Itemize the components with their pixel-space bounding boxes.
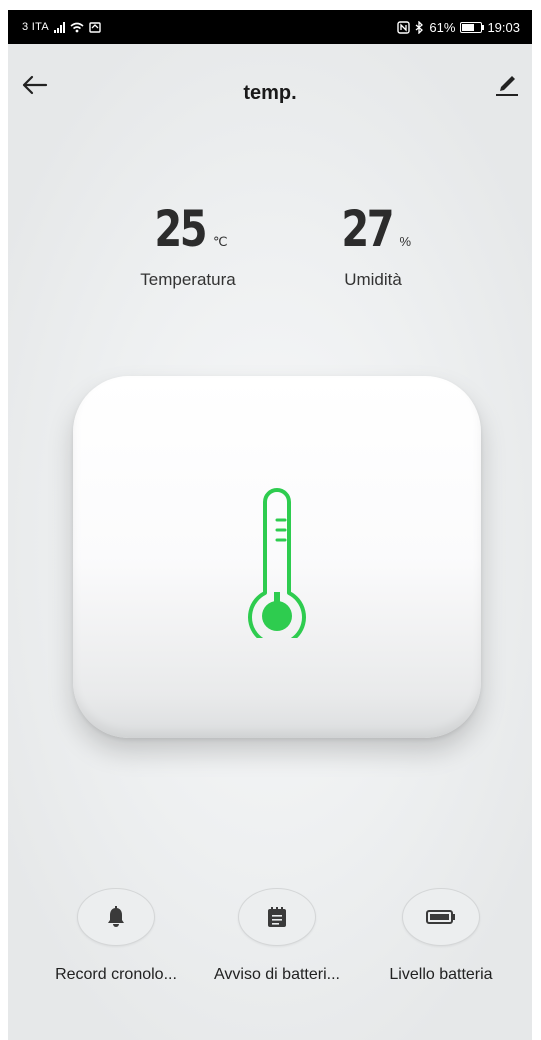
humidity-unit: % (399, 234, 412, 249)
thermometer-icon (248, 488, 306, 638)
battery-alert-label: Avviso di batteri... (214, 966, 340, 983)
device-card[interactable] (73, 376, 481, 738)
battery-alert-button[interactable]: Avviso di batteri... (192, 888, 362, 984)
carrier-name: 3 ITA (22, 21, 49, 33)
data-indicator-icon (89, 21, 101, 33)
humidity-label: Umidità (344, 270, 402, 289)
nfc-icon (397, 20, 411, 34)
page-title: temp. (243, 82, 297, 104)
temperature-unit: ℃ (212, 234, 228, 249)
app-header: temp. (8, 44, 532, 124)
battery-percent: 61% (429, 19, 456, 35)
pencil-icon (496, 76, 518, 96)
temperature-value: 25 (154, 200, 208, 258)
battery-level-button[interactable]: Livello batteria (356, 888, 526, 984)
clock: 19:03 (487, 19, 520, 35)
battery-status-icon (460, 21, 485, 33)
battery-alert-icon-circle (238, 888, 316, 946)
app-screen: 3 ITA 61% 19:03 temp. 25 ℃ Temperatura 2… (8, 10, 532, 1040)
wifi-icon (70, 22, 84, 32)
temperature-label: Temperatura (140, 270, 236, 289)
humidity-value: 27 (341, 200, 394, 258)
humidity-reading: 27 % Umidità (283, 200, 463, 290)
status-bar-right: 61% 19:03 (397, 20, 520, 35)
bluetooth-icon (416, 20, 424, 34)
battery-level-label: Livello batteria (389, 966, 493, 983)
bell-icon (108, 906, 124, 927)
temperature-reading: 25 ℃ Temperatura (98, 200, 278, 290)
temperature-value-row: 25 ℃ (98, 200, 278, 258)
signal-icon (53, 21, 65, 33)
history-record-icon-circle (77, 888, 155, 946)
battery-level-icon-circle (402, 888, 480, 946)
notepad-icon (268, 907, 286, 927)
status-bar-left: 3 ITA (22, 21, 101, 33)
humidity-value-row: 27 % (283, 200, 463, 258)
history-record-button[interactable]: Record cronolo... (31, 888, 201, 984)
history-record-label: Record cronolo... (55, 966, 177, 983)
battery-icon (426, 910, 455, 924)
status-bar: 3 ITA 61% 19:03 (8, 10, 532, 44)
edit-button[interactable] (494, 70, 520, 98)
